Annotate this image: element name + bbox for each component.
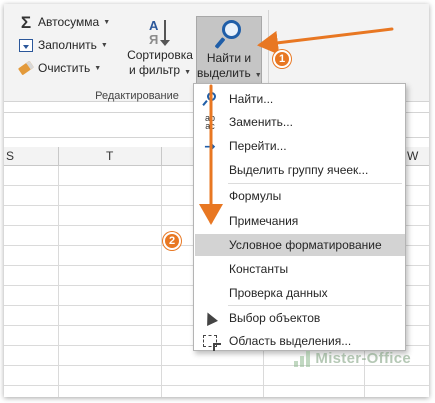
watermark-text: Mister-Office bbox=[315, 349, 411, 367]
sort-label-line2: и фильтр bbox=[128, 63, 181, 77]
fill-button[interactable]: Заполнить ▼ bbox=[18, 37, 108, 53]
menu-item-conditional-formatting[interactable]: Условное форматирование bbox=[195, 234, 405, 256]
sort-icon-letter-top: А bbox=[149, 18, 159, 33]
menu-separator bbox=[228, 305, 402, 306]
excel-window: Σ Автосумма ▼ Заполнить ▼ Очистить ▼ А Я… bbox=[4, 4, 429, 397]
menu-item-label: Заменить... bbox=[229, 115, 293, 129]
clear-button[interactable]: Очистить ▼ bbox=[17, 60, 102, 76]
menu-item-select-objects[interactable]: Выбор объектов bbox=[195, 307, 405, 329]
autosum-label: Автосумма bbox=[38, 15, 100, 29]
menu-item-comments[interactable]: Примечания bbox=[195, 210, 405, 232]
chevron-down-icon: ▼ bbox=[254, 72, 262, 79]
sort-filter-button[interactable]: А Я Сортировка и фильтр ▼ bbox=[124, 18, 196, 80]
cursor-icon bbox=[195, 307, 225, 329]
fill-down-icon bbox=[18, 37, 34, 53]
menu-item-label: Найти... bbox=[229, 92, 274, 106]
ribbon-separator bbox=[268, 10, 269, 94]
menu-item-label: Формулы bbox=[229, 189, 282, 203]
column-divider bbox=[161, 147, 162, 166]
menu-item-data-validation[interactable]: Проверка данных bbox=[195, 282, 405, 304]
magnifier-icon bbox=[214, 19, 244, 51]
menu-icon-slot bbox=[195, 234, 225, 256]
menu-item-goto[interactable]: ➔ Перейти... bbox=[195, 135, 405, 157]
step-badge-2: 2 bbox=[163, 232, 181, 250]
column-header-w[interactable]: W bbox=[407, 149, 418, 163]
chevron-down-icon: ▼ bbox=[103, 18, 111, 26]
group-label: Редактирование bbox=[95, 90, 179, 102]
sort-icon-letter-bottom: Я bbox=[149, 32, 159, 47]
menu-item-label: Примечания bbox=[229, 214, 299, 228]
sort-label-line2-wrap: и фильтр ▼ bbox=[124, 63, 196, 80]
menu-item-find[interactable]: Найти... bbox=[195, 88, 405, 110]
eraser-icon bbox=[17, 60, 35, 76]
find-select-button[interactable]: Найти и выделить ▼ bbox=[196, 16, 262, 86]
chevron-down-icon: ▼ bbox=[184, 69, 192, 76]
menu-icon-slot bbox=[195, 159, 225, 181]
menu-item-label: Условное форматирование bbox=[229, 238, 382, 252]
find-select-menu: Найти... ab ac Заменить... ➔ Перейти... В… bbox=[193, 83, 406, 351]
chevron-down-icon: ▼ bbox=[94, 64, 102, 72]
sort-label-line1: Сортировка bbox=[127, 48, 193, 62]
menu-icon-slot bbox=[195, 282, 225, 304]
menu-item-label: Перейти... bbox=[229, 139, 287, 153]
watermark: Mister-Office bbox=[294, 349, 411, 367]
fill-label: Заполнить bbox=[38, 38, 97, 52]
find-label-line2-wrap: выделить ▼ bbox=[197, 66, 262, 83]
chevron-down-icon: ▼ bbox=[100, 41, 108, 49]
step-badge-1: 1 bbox=[273, 50, 291, 68]
menu-icon-slot bbox=[195, 185, 225, 207]
menu-item-label: Константы bbox=[229, 262, 289, 276]
column-divider bbox=[58, 147, 59, 166]
menu-item-label: Выделить группу ячеек... bbox=[229, 163, 369, 177]
find-label-line1: Найти и bbox=[206, 51, 252, 65]
menu-icon-slot bbox=[195, 258, 225, 280]
menu-item-label: Выбор объектов bbox=[229, 311, 321, 325]
sigma-icon: Σ bbox=[20, 12, 32, 32]
selection-pane-icon bbox=[195, 330, 225, 352]
menu-item-replace[interactable]: ab ac Заменить... bbox=[195, 111, 405, 133]
menu-item-label: Проверка данных bbox=[229, 286, 328, 300]
arrow-right-icon: ➔ bbox=[204, 137, 216, 154]
sort-az-icon: А Я bbox=[145, 18, 175, 48]
menu-separator bbox=[228, 183, 402, 184]
clear-label: Очистить bbox=[38, 61, 91, 75]
find-label-line2: выделить bbox=[197, 66, 251, 80]
replace-icon: ab ac bbox=[204, 113, 215, 131]
search-icon bbox=[195, 88, 225, 110]
column-header-s[interactable]: S bbox=[6, 149, 14, 163]
menu-icon-slot bbox=[195, 210, 225, 232]
autosum-button[interactable]: Σ Автосумма ▼ bbox=[18, 12, 111, 32]
menu-item-constants[interactable]: Константы bbox=[195, 258, 405, 280]
watermark-logo-icon bbox=[294, 349, 311, 367]
menu-item-goto-special[interactable]: Выделить группу ячеек... bbox=[195, 159, 405, 181]
menu-item-formulas[interactable]: Формулы bbox=[195, 185, 405, 207]
menu-item-label: Область выделения... bbox=[229, 334, 352, 348]
column-header-t[interactable]: T bbox=[106, 149, 113, 163]
